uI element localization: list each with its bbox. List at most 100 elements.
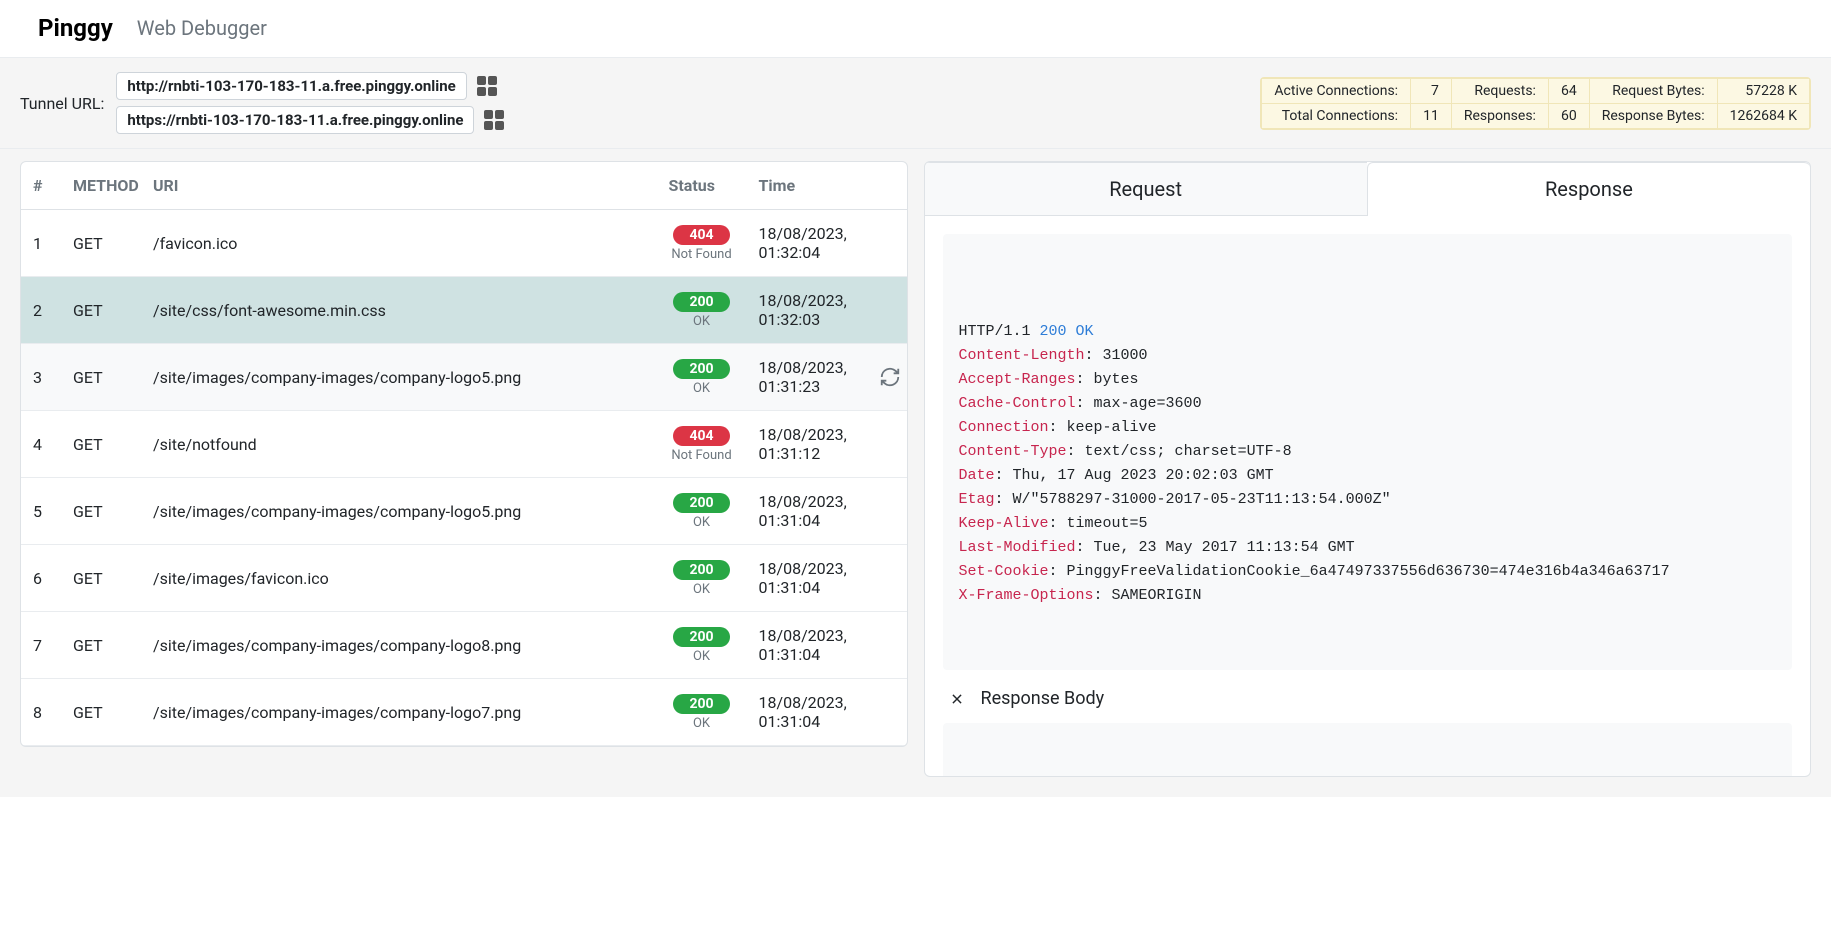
row-time: 18/08/2023,01:31:04 bbox=[747, 545, 867, 612]
row-method: GET bbox=[61, 344, 141, 411]
col-header-method: METHOD bbox=[61, 162, 141, 210]
header-value: text/css; charset=UTF-8 bbox=[1085, 443, 1292, 460]
close-icon[interactable] bbox=[947, 689, 967, 709]
table-row[interactable]: 7GET/site/images/company-images/company-… bbox=[21, 612, 907, 679]
row-method: GET bbox=[61, 679, 141, 746]
status-badge: 200 bbox=[673, 627, 729, 647]
row-time: 18/08/2023,01:32:04 bbox=[747, 210, 867, 277]
topbar: Tunnel URL: http://rnbti-103-170-183-11.… bbox=[0, 57, 1831, 149]
header-value: 31000 bbox=[1103, 347, 1148, 364]
stats-value: 7 bbox=[1411, 78, 1452, 103]
header-key: Set-Cookie bbox=[959, 563, 1049, 580]
header-value: max-age=3600 bbox=[1094, 395, 1202, 412]
row-num: 8 bbox=[21, 679, 61, 746]
navbar: Pinggy Web Debugger bbox=[0, 0, 1831, 57]
header-key: Etag bbox=[959, 491, 995, 508]
status-text: Not Found bbox=[671, 247, 731, 262]
row-uri: /site/images/company-images/company-logo… bbox=[141, 478, 657, 545]
header-key: Date bbox=[959, 467, 995, 484]
stats-label: Response Bytes: bbox=[1589, 103, 1717, 128]
table-row[interactable]: 3GET/site/images/company-images/company-… bbox=[21, 344, 907, 411]
tunnel-url-section: Tunnel URL: http://rnbti-103-170-183-11.… bbox=[20, 72, 504, 134]
qr-icon[interactable] bbox=[484, 110, 504, 130]
stats-label: Total Connections: bbox=[1262, 103, 1411, 128]
row-method: GET bbox=[61, 612, 141, 679]
col-header-uri: URI bbox=[141, 162, 657, 210]
col-header-status: Status bbox=[657, 162, 747, 210]
row-num: 1 bbox=[21, 210, 61, 277]
row-time: 18/08/2023,01:31:23 bbox=[747, 344, 867, 411]
row-uri: /site/css/font-awesome.min.css bbox=[141, 277, 657, 344]
qr-icon[interactable] bbox=[477, 76, 497, 96]
replay-icon[interactable] bbox=[879, 366, 901, 388]
navbar-subtitle: Web Debugger bbox=[137, 16, 267, 40]
stats-value: 1262684 K bbox=[1717, 103, 1809, 128]
row-uri: /site/images/company-images/company-logo… bbox=[141, 679, 657, 746]
status-badge: 404 bbox=[673, 225, 729, 245]
stats-label: Active Connections: bbox=[1262, 78, 1411, 103]
header-value: timeout=5 bbox=[1067, 515, 1148, 532]
row-uri: /site/images/company-images/company-logo… bbox=[141, 612, 657, 679]
main-content: # METHOD URI Status Time 1GET/favicon.ic… bbox=[0, 149, 1831, 797]
table-row[interactable]: 1GET/favicon.ico404Not Found18/08/2023,0… bbox=[21, 210, 907, 277]
status-badge: 200 bbox=[673, 359, 729, 379]
row-uri: /site/notfound bbox=[141, 411, 657, 478]
requests-card: # METHOD URI Status Time 1GET/favicon.ic… bbox=[20, 161, 908, 747]
row-num: 4 bbox=[21, 411, 61, 478]
row-status: 200OK bbox=[657, 545, 747, 612]
row-time: 18/08/2023,01:31:04 bbox=[747, 478, 867, 545]
stats-value: 64 bbox=[1548, 78, 1589, 103]
header-key: Content-Type bbox=[959, 443, 1067, 460]
status-line: HTTP/1.1 200 OK bbox=[959, 323, 1094, 340]
row-time: 18/08/2023,01:31:04 bbox=[747, 679, 867, 746]
tab-request[interactable]: Request bbox=[925, 162, 1367, 216]
row-method: GET bbox=[61, 210, 141, 277]
header-value: SAMEORIGIN bbox=[1112, 587, 1202, 604]
tunnel-http-url[interactable]: http://rnbti-103-170-183-11.a.free.pingg… bbox=[116, 72, 466, 100]
table-row[interactable]: 5GET/site/images/company-images/company-… bbox=[21, 478, 907, 545]
header-value: keep-alive bbox=[1067, 419, 1157, 436]
row-method: GET bbox=[61, 277, 141, 344]
row-num: 6 bbox=[21, 545, 61, 612]
tunnel-https-url[interactable]: https://rnbti-103-170-183-11.a.free.ping… bbox=[116, 106, 474, 134]
col-header-time: Time bbox=[747, 162, 867, 210]
row-method: GET bbox=[61, 411, 141, 478]
header-value: W/"5788297-31000-2017-05-23T11:13:54.000… bbox=[1013, 491, 1391, 508]
row-method: GET bbox=[61, 545, 141, 612]
tunnel-url-label: Tunnel URL: bbox=[20, 94, 104, 113]
row-status: 200 OK bbox=[657, 612, 747, 679]
header-value: PinggyFreeValidationCookie_6a47497337556… bbox=[1067, 563, 1670, 580]
header-key: Connection bbox=[959, 419, 1049, 436]
table-row[interactable]: 6GET/site/images/favicon.ico200OK18/08/2… bbox=[21, 545, 907, 612]
row-uri: /site/images/company-images/company-logo… bbox=[141, 344, 657, 411]
status-badge: 200 bbox=[673, 560, 729, 580]
header-value: Thu, 17 Aug 2023 20:02:03 GMT bbox=[1013, 467, 1274, 484]
header-key: Accept-Ranges bbox=[959, 371, 1076, 388]
response-body-title: Response Body bbox=[981, 688, 1105, 709]
row-status: 200OK bbox=[657, 277, 747, 344]
table-row[interactable]: 8GET/site/images/company-images/company-… bbox=[21, 679, 907, 746]
header-key: Content-Length bbox=[959, 347, 1085, 364]
header-value: bytes bbox=[1094, 371, 1139, 388]
status-text: OK bbox=[693, 649, 710, 664]
table-row[interactable]: 4GET/site/notfound404Not Found18/08/2023… bbox=[21, 411, 907, 478]
row-time: 18/08/2023,01:32:03 bbox=[747, 277, 867, 344]
response-headers-block: HTTP/1.1 200 OK Content-Length: 31000 Ac… bbox=[943, 234, 1793, 670]
stats-value: 60 bbox=[1548, 103, 1589, 128]
stats-label: Responses: bbox=[1451, 103, 1548, 128]
brand-logo: Pinggy bbox=[38, 14, 113, 42]
tab-response[interactable]: Response bbox=[1367, 162, 1810, 216]
col-header-num: # bbox=[21, 162, 61, 210]
copy-icon[interactable] bbox=[1762, 244, 1780, 262]
table-row[interactable]: 2GET/site/css/font-awesome.min.css200OK1… bbox=[21, 277, 907, 344]
response-body-block: /*! * Font Awesome 4.7.0 by @davegandy -… bbox=[943, 723, 1793, 776]
row-status: 200OK bbox=[657, 344, 747, 411]
row-time: 18/08/2023,01:31:04 bbox=[747, 612, 867, 679]
copy-icon[interactable] bbox=[1762, 733, 1780, 751]
row-status: 200OK bbox=[657, 679, 747, 746]
detail-body[interactable]: HTTP/1.1 200 OK Content-Length: 31000 Ac… bbox=[925, 216, 1811, 776]
row-num: 7 bbox=[21, 612, 61, 679]
stats-label: Requests: bbox=[1451, 78, 1548, 103]
stats-value: 11 bbox=[1411, 103, 1452, 128]
row-num: 3 bbox=[21, 344, 61, 411]
